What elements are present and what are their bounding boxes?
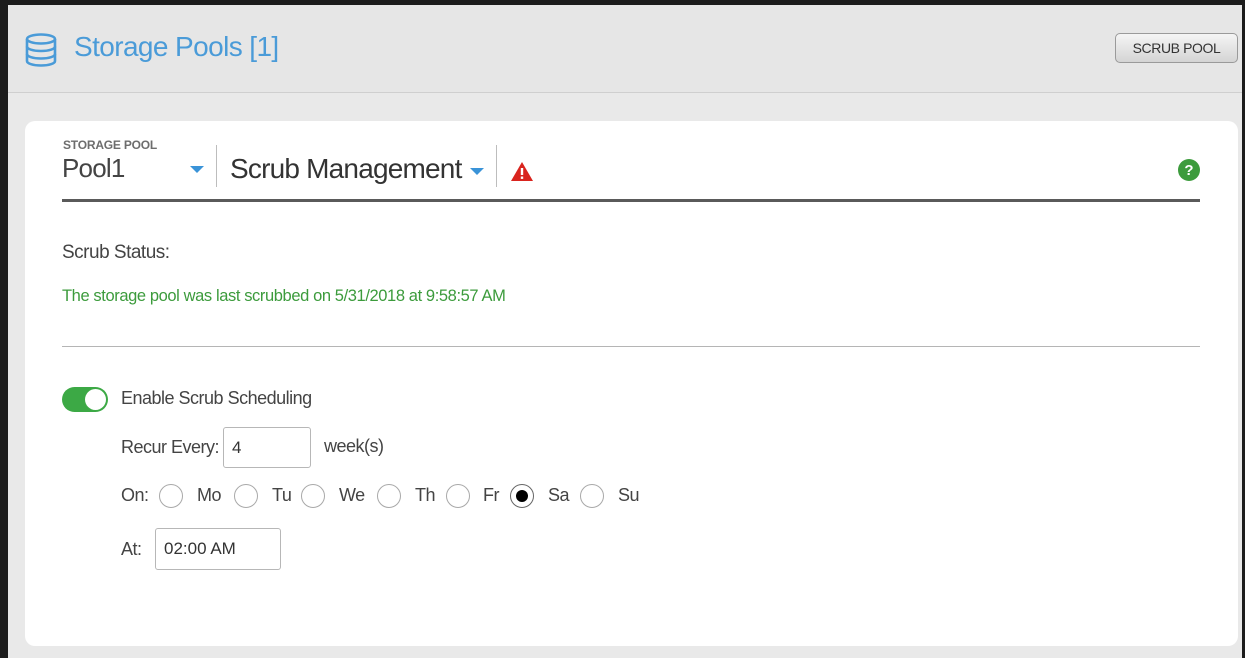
chevron-down-icon[interactable] — [470, 168, 484, 175]
at-time-label: At: — [121, 539, 142, 559]
scrub-status-label: Scrub Status: — [62, 242, 170, 263]
enable-scrub-label: Enable Scrub Scheduling — [121, 388, 312, 408]
day-label-su: Su — [618, 485, 640, 505]
page-title: Storage Pools [1] — [74, 31, 279, 62]
day-radio-fr[interactable] — [446, 484, 470, 508]
page-header: Storage Pools [1] SCRUB POOL — [8, 5, 1242, 93]
scrub-time-input[interactable] — [155, 528, 281, 570]
storage-pool-label: STORAGE POOL — [63, 138, 158, 152]
scrub-management-card: STORAGE POOL Pool1 Scrub Management ? Sc… — [25, 121, 1238, 646]
scrub-status-message: The storage pool was last scrubbed on 5/… — [62, 287, 506, 305]
scrub-pool-button[interactable]: SCRUB POOL — [1115, 33, 1238, 63]
day-label-th: Th — [415, 485, 436, 505]
enable-scrub-toggle[interactable] — [62, 387, 108, 412]
selector-separator — [216, 145, 217, 187]
recur-every-label: Recur Every: — [121, 437, 220, 457]
recur-every-input[interactable] — [223, 427, 311, 468]
day-radio-mo[interactable] — [159, 484, 183, 508]
day-label-mo: Mo — [197, 485, 222, 505]
day-label-fr: Fr — [483, 485, 500, 505]
day-radio-sa[interactable] — [510, 484, 534, 508]
day-radio-su[interactable] — [580, 484, 604, 508]
selector-separator — [496, 145, 497, 187]
day-radio-th[interactable] — [377, 484, 401, 508]
chevron-down-icon[interactable] — [190, 166, 204, 173]
section-dropdown[interactable]: Scrub Management — [230, 153, 462, 185]
toggle-knob — [85, 389, 106, 410]
on-days-label: On: — [121, 485, 149, 505]
warning-triangle-icon[interactable] — [510, 161, 534, 182]
window-frame-left — [0, 0, 8, 658]
recur-unit-label: week(s) — [324, 436, 384, 456]
database-icon — [25, 33, 57, 67]
storage-pool-dropdown[interactable]: Pool1 — [62, 153, 125, 184]
header-underline — [62, 199, 1200, 202]
section-divider — [62, 346, 1200, 347]
day-label-tu: Tu — [272, 485, 292, 505]
day-label-sa: Sa — [548, 485, 570, 505]
day-radio-we[interactable] — [301, 484, 325, 508]
help-circle-icon[interactable]: ? — [1178, 159, 1200, 181]
day-label-we: We — [339, 485, 365, 505]
day-radio-tu[interactable] — [234, 484, 258, 508]
